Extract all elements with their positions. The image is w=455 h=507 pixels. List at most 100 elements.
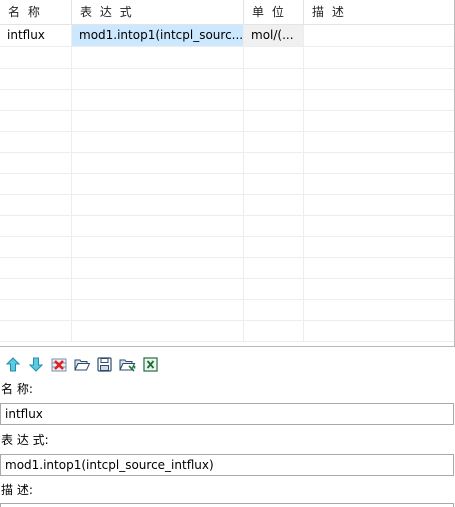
empty-cell[interactable] bbox=[304, 173, 454, 194]
empty-cell[interactable] bbox=[244, 110, 304, 131]
header-expression[interactable]: 表 达 式 bbox=[72, 0, 244, 24]
empty-cell[interactable] bbox=[244, 257, 304, 278]
empty-cell[interactable] bbox=[244, 152, 304, 173]
empty-cell[interactable] bbox=[304, 236, 454, 257]
excel-button[interactable] bbox=[142, 356, 159, 373]
empty-table-row[interactable] bbox=[0, 194, 454, 216]
empty-cell[interactable] bbox=[0, 131, 72, 152]
empty-cell[interactable] bbox=[304, 152, 454, 173]
empty-cell[interactable] bbox=[72, 194, 244, 215]
delete-icon bbox=[51, 358, 66, 371]
empty-table-row[interactable] bbox=[0, 173, 454, 195]
empty-cell[interactable] bbox=[72, 236, 244, 257]
empty-cell[interactable] bbox=[72, 278, 244, 299]
empty-table-row[interactable] bbox=[0, 152, 454, 174]
empty-table-row[interactable] bbox=[0, 89, 454, 111]
empty-cell[interactable] bbox=[244, 278, 304, 299]
empty-cell[interactable] bbox=[304, 257, 454, 278]
empty-cell[interactable] bbox=[244, 320, 304, 341]
table-header: 名 称 表 达 式 单 位 描 述 bbox=[0, 0, 454, 25]
cell-unit[interactable]: mol/(... bbox=[244, 25, 304, 46]
empty-cell[interactable] bbox=[304, 68, 454, 89]
empty-cell[interactable] bbox=[244, 236, 304, 257]
header-description[interactable]: 描 述 bbox=[304, 0, 454, 24]
empty-cell[interactable] bbox=[72, 320, 244, 341]
empty-cell[interactable] bbox=[0, 257, 72, 278]
empty-cell[interactable] bbox=[244, 47, 304, 68]
empty-table-row[interactable] bbox=[0, 68, 454, 90]
empty-cell[interactable] bbox=[0, 47, 72, 68]
cell-description[interactable] bbox=[304, 25, 454, 46]
empty-table-row[interactable] bbox=[0, 215, 454, 237]
empty-cell[interactable] bbox=[0, 236, 72, 257]
empty-cell[interactable] bbox=[244, 68, 304, 89]
expression-field[interactable]: mod1.intop1(intcpl_source_intflux) bbox=[0, 454, 454, 476]
empty-cell[interactable] bbox=[304, 89, 454, 110]
empty-cell[interactable] bbox=[0, 152, 72, 173]
empty-table-row[interactable] bbox=[0, 278, 454, 300]
empty-table-row[interactable] bbox=[0, 320, 454, 342]
open-button[interactable] bbox=[73, 356, 90, 373]
empty-table-row[interactable] bbox=[0, 47, 454, 69]
empty-cell[interactable] bbox=[0, 194, 72, 215]
empty-table-row[interactable] bbox=[0, 257, 454, 279]
empty-cell[interactable] bbox=[0, 89, 72, 110]
expression-label: 表 达 式: bbox=[1, 433, 49, 447]
empty-cell[interactable] bbox=[0, 68, 72, 89]
save-button[interactable] bbox=[96, 356, 113, 373]
move-up-button[interactable] bbox=[4, 356, 21, 373]
empty-cell[interactable] bbox=[304, 110, 454, 131]
arrow-up-icon bbox=[5, 357, 20, 372]
empty-cell[interactable] bbox=[72, 257, 244, 278]
empty-cell[interactable] bbox=[72, 152, 244, 173]
empty-cell[interactable] bbox=[72, 68, 244, 89]
folder-load-icon bbox=[119, 359, 136, 372]
empty-cell[interactable] bbox=[72, 47, 244, 68]
empty-cell[interactable] bbox=[244, 131, 304, 152]
empty-cell[interactable] bbox=[72, 89, 244, 110]
empty-cell[interactable] bbox=[244, 194, 304, 215]
empty-table-row[interactable] bbox=[0, 236, 454, 258]
load-button[interactable] bbox=[119, 356, 136, 373]
move-down-button[interactable] bbox=[27, 356, 44, 373]
empty-cell[interactable] bbox=[304, 278, 454, 299]
empty-cell[interactable] bbox=[72, 110, 244, 131]
table-row[interactable]: intflux mod1.intop1(intcpl_sourc... mol/… bbox=[0, 25, 454, 47]
header-unit[interactable]: 单 位 bbox=[244, 0, 304, 24]
empty-table-row[interactable] bbox=[0, 110, 454, 132]
empty-cell[interactable] bbox=[0, 215, 72, 236]
empty-cell[interactable] bbox=[0, 278, 72, 299]
variables-table: 名 称 表 达 式 单 位 描 述 intflux mod1.intop1(in… bbox=[0, 0, 455, 347]
empty-cell[interactable] bbox=[244, 173, 304, 194]
delete-button[interactable] bbox=[50, 356, 67, 373]
description-label: 描 述: bbox=[1, 483, 33, 497]
empty-cell[interactable] bbox=[304, 131, 454, 152]
cell-expression[interactable]: mod1.intop1(intcpl_sourc... bbox=[72, 25, 244, 46]
empty-table-row[interactable] bbox=[0, 131, 454, 153]
empty-cell[interactable] bbox=[304, 194, 454, 215]
empty-cell[interactable] bbox=[0, 320, 72, 341]
empty-cell[interactable] bbox=[72, 215, 244, 236]
empty-cell[interactable] bbox=[244, 89, 304, 110]
save-icon bbox=[97, 357, 112, 372]
folder-open-icon bbox=[73, 359, 90, 371]
empty-cell[interactable] bbox=[304, 320, 454, 341]
empty-cell[interactable] bbox=[0, 110, 72, 131]
empty-cell[interactable] bbox=[0, 299, 72, 320]
empty-cell[interactable] bbox=[0, 173, 72, 194]
name-field[interactable]: intflux bbox=[0, 403, 454, 425]
cell-name[interactable]: intflux bbox=[0, 25, 72, 46]
arrow-down-icon bbox=[28, 357, 43, 372]
empty-cell[interactable] bbox=[72, 131, 244, 152]
empty-cell[interactable] bbox=[304, 215, 454, 236]
empty-cell[interactable] bbox=[72, 299, 244, 320]
header-name[interactable]: 名 称 bbox=[0, 0, 72, 24]
empty-cell[interactable] bbox=[244, 215, 304, 236]
empty-table-row[interactable] bbox=[0, 299, 454, 321]
empty-cell[interactable] bbox=[304, 299, 454, 320]
description-field[interactable] bbox=[0, 503, 454, 507]
empty-cell[interactable] bbox=[304, 47, 454, 68]
empty-cell[interactable] bbox=[244, 299, 304, 320]
toolbar bbox=[4, 356, 159, 374]
empty-cell[interactable] bbox=[72, 173, 244, 194]
